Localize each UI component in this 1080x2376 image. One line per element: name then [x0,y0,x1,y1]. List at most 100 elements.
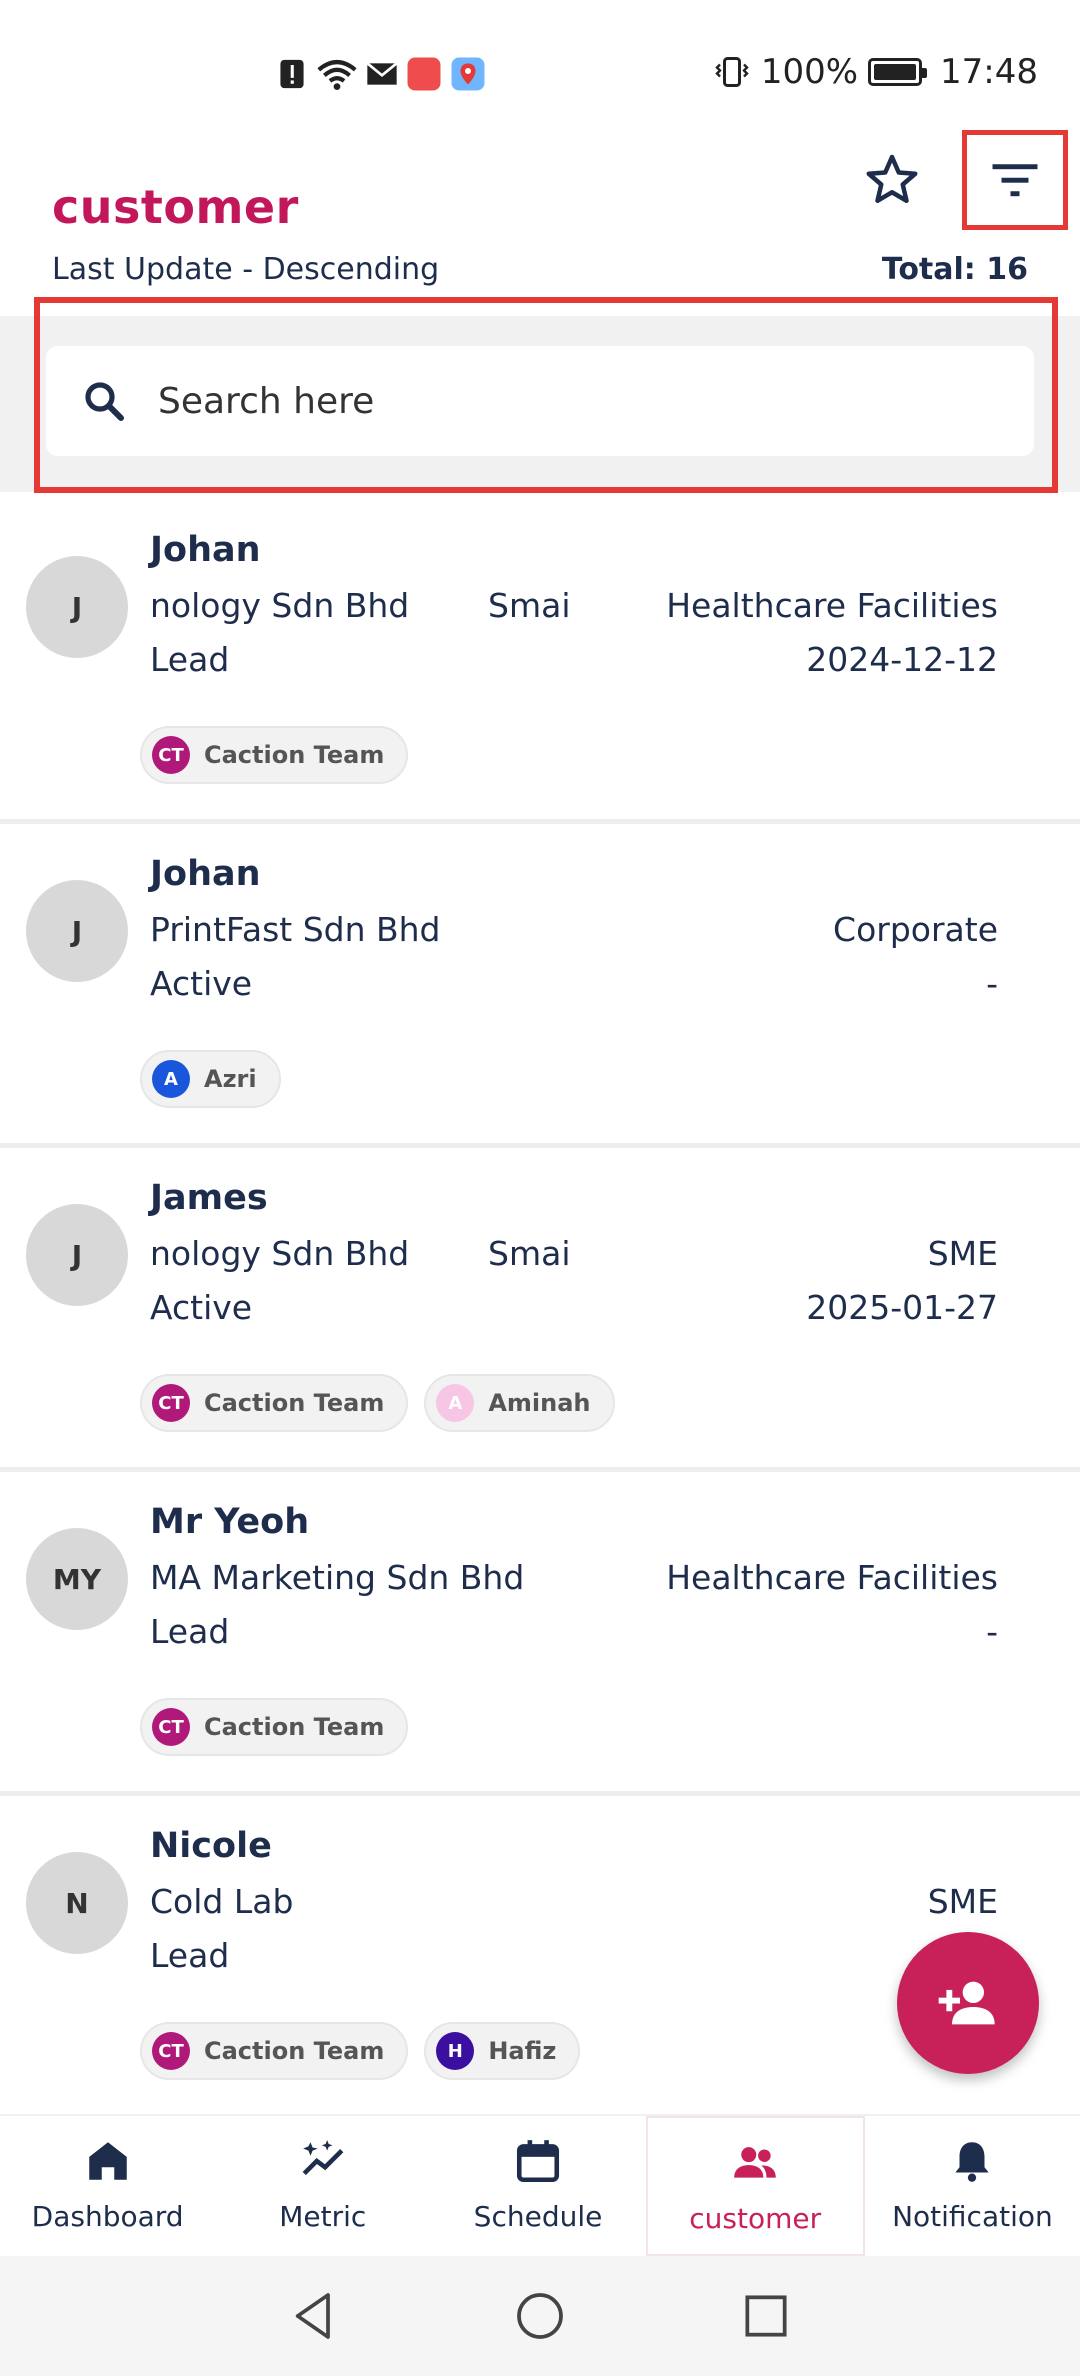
maps-app-icon [451,57,485,91]
home-circle-icon[interactable] [512,2288,568,2344]
customer-category: Corporate [833,910,998,949]
assignee-avatar: CT [152,2032,190,2070]
customer-card[interactable]: MY Mr Yeoh MA Marketing Sdn Bhd Lead Hea… [0,1472,1080,1796]
customer-category: SME [927,1234,998,1273]
customer-category: Healthcare Facilities [666,1558,998,1597]
customer-name: James [150,1178,268,1218]
page-title: customer [52,180,299,234]
assignee-chip[interactable]: H Hafiz [424,2022,581,2080]
customer-status: Active [150,964,253,1003]
customer-status: Active [150,1288,253,1327]
customer-company-text: nology Sdn Bhd [150,1234,410,1273]
assignee-avatar: CT [152,736,190,774]
battery-icon [868,58,928,86]
customer-company: Cold Lab [150,1882,293,1921]
mail-icon [366,62,398,85]
assignee-avatar: H [436,2032,475,2070]
customer-card[interactable]: J James nology Sdn Bhd Active SME 2025-0… [0,1148,1080,1472]
customer-company-text: Cold Lab [150,1882,294,1921]
customer-list[interactable]: J Johan nology Sdn Bhd Lead Healthcare F… [0,500,1080,2114]
nav-schedule[interactable]: Schedule [430,2116,645,2256]
nav-notification[interactable]: Notification [865,2116,1080,2256]
customer-name: Nicole [150,1826,272,1866]
status-right: 100% 17:48 [713,52,1038,92]
customer-company: nology Sdn Bhd [150,1234,412,1273]
customer-tags: A Azri [140,1050,281,1108]
filter-icon [992,164,1038,197]
customer-name: Mr Yeoh [150,1502,310,1542]
back-icon[interactable] [286,2288,342,2344]
wifi-icon [317,60,357,90]
customer-avatar: N [26,1852,128,1954]
assignee-label: Caction Team [204,2037,385,2065]
customer-avatar: MY [26,1528,128,1630]
customer-company: nology Sdn Bhd [150,586,412,625]
assignee-chip[interactable]: A Azri [140,1050,281,1108]
customer-company-text: MA Marketing Sdn Bhd [150,1558,525,1597]
assignee-avatar: A [436,1384,475,1422]
customer-company: MA Marketing Sdn Bhd [150,1558,524,1597]
customer-name: Johan [150,530,261,570]
nav-label: Notification [892,2200,1053,2233]
assignee-avatar: A [152,1060,190,1098]
clock: 17:48 [940,52,1038,92]
customer-extra: Smai [488,1234,570,1273]
customer-tags: CT Caction Team [140,726,409,784]
sort-label[interactable]: Last Update - Descending [52,252,439,287]
assignee-avatar: CT [152,1384,190,1422]
customer-name: Johan [150,854,261,894]
nav-customer[interactable]: customer [645,2116,865,2256]
favorite-button[interactable] [862,150,922,210]
customer-date: 2025-01-27 [806,1288,998,1327]
calendar-icon [516,2140,560,2183]
customers-icon [734,2147,777,2178]
customer-category: Healthcare Facilities [666,586,998,625]
app-header: customer Last Update - Descending Total:… [0,130,1080,315]
customer-avatar: J [26,880,128,982]
huawei-app-icon [407,57,441,91]
nav-metric[interactable]: Metric [215,2116,430,2256]
assignee-chip[interactable]: CT Caction Team [140,1698,409,1756]
nav-label: Dashboard [31,2200,184,2233]
customer-tags: CT Caction Team A Aminah [140,1374,615,1432]
battery-percent: 100% [760,52,859,92]
filter-button[interactable] [962,130,1068,230]
recents-icon[interactable] [738,2288,794,2344]
add-customer-button[interactable] [897,1932,1039,2074]
customer-company-text: nology Sdn Bhd [150,586,410,625]
assignee-label: Aminah [488,1389,591,1417]
assignee-avatar: CT [152,1708,190,1746]
customer-company: PrintFast Sdn Bhd [150,910,441,949]
bell-icon [955,2142,990,2182]
star-icon [866,154,918,203]
customer-status: Lead [150,640,230,679]
assignee-label: Azri [204,1065,257,1093]
system-nav-bar [0,2256,1080,2376]
assignee-chip[interactable]: A Aminah [424,1374,615,1432]
customer-date: - [986,964,998,1003]
customer-avatar: J [26,1204,128,1306]
customer-tags: CT Caction Team H Hafiz [140,2022,581,2080]
home-icon [88,2142,127,2180]
assignee-chip[interactable]: CT Caction Team [140,726,409,784]
nav-label: Schedule [473,2200,603,2233]
add-person-icon [938,1981,995,2025]
customer-date: 2024-12-12 [806,640,998,679]
customer-status: Lead [150,1936,230,1975]
assignee-label: Caction Team [204,1389,385,1417]
customer-avatar: J [26,556,128,658]
assignee-chip[interactable]: CT Caction Team [140,2022,409,2080]
assignee-chip[interactable]: CT Caction Team [140,1374,409,1432]
assignee-label: Caction Team [204,1713,385,1741]
assignee-label: Hafiz [488,2037,557,2065]
status-bar: 100% 17:48 [0,0,1080,150]
search-highlight-outline [34,297,1058,493]
customer-card[interactable]: J Johan PrintFast Sdn Bhd Active Corpora… [0,824,1080,1148]
customer-company-text: PrintFast Sdn Bhd [150,910,441,949]
customer-card[interactable]: J Johan nology Sdn Bhd Lead Healthcare F… [0,500,1080,824]
customer-status: Lead [150,1612,230,1651]
nav-dashboard[interactable]: Dashboard [0,2116,215,2256]
nav-label: Metric [279,2200,367,2233]
customer-tags: CT Caction Team [140,1698,409,1756]
nav-label: customer [689,2202,822,2235]
